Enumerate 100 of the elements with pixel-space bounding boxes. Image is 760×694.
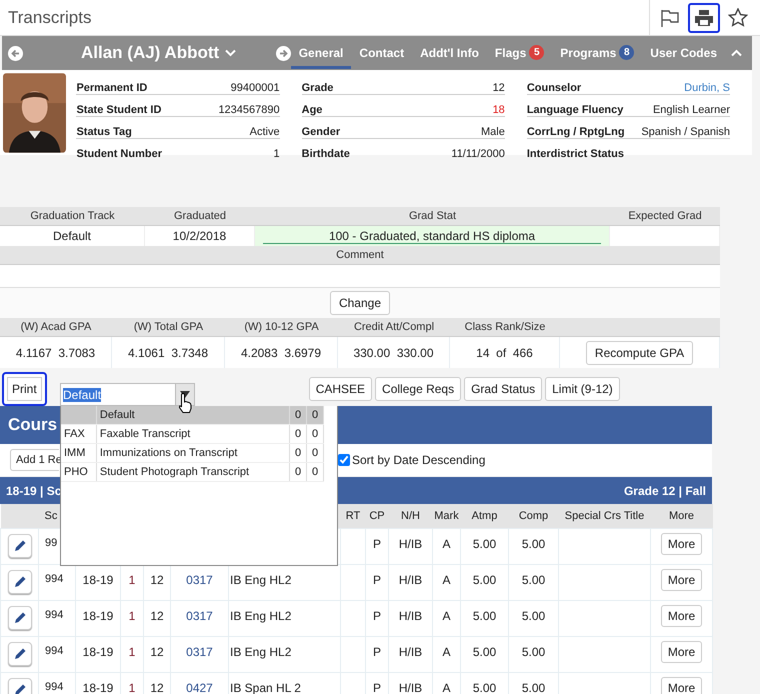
- column-header: (W) Total GPA: [112, 318, 225, 337]
- column-header: (W) 10-12 GPA: [225, 318, 338, 337]
- field-value: 18: [492, 104, 505, 116]
- table-cell: 5.00: [508, 600, 558, 636]
- more-button[interactable]: More: [660, 533, 702, 555]
- toolbar-button[interactable]: College Reqs: [375, 377, 462, 401]
- column-header: RT: [340, 504, 366, 528]
- field-value: English Learner: [652, 104, 730, 116]
- field-label: Gender: [302, 126, 340, 138]
- column-header: Grad Stat: [255, 207, 610, 226]
- table-cell: 5.00: [460, 528, 508, 564]
- dropdown-option[interactable]: PHO Student Photograph Transcript 0 0: [61, 463, 324, 482]
- table-cell: H/IB: [388, 636, 432, 672]
- toolbar-button[interactable]: CAHSEE: [308, 377, 372, 401]
- field-value: Male: [480, 126, 505, 138]
- chevron-up-icon[interactable]: [731, 49, 742, 57]
- more-button[interactable]: More: [660, 569, 702, 591]
- transcript-select[interactable]: Default: [60, 383, 195, 406]
- field-value: 1: [274, 148, 280, 160]
- print-icon[interactable]: [688, 2, 720, 32]
- table-cell: 18-19: [76, 600, 120, 636]
- pencil-icon: [12, 683, 26, 694]
- table-cell: 1: [120, 600, 144, 636]
- course-link[interactable]: 0317: [170, 636, 228, 672]
- field-label: Language Fluency: [526, 104, 624, 116]
- column-header: Atmp: [460, 504, 508, 528]
- field-value: Spanish / Spanish: [641, 126, 730, 138]
- sort-checkbox[interactable]: [338, 454, 350, 466]
- field-label: Student Number: [76, 148, 162, 160]
- section-title: Cours: [8, 415, 58, 435]
- column-header: Comp: [508, 504, 558, 528]
- field-value: 12: [492, 82, 505, 94]
- count-badge: 8: [619, 45, 634, 60]
- student-tab[interactable]: Flags 5: [486, 37, 552, 69]
- table-cell: H/IB: [388, 528, 432, 564]
- more-button[interactable]: More: [660, 677, 702, 694]
- column-header: Graduation Track: [0, 207, 145, 226]
- table-cell: 4.1061 3.7348: [112, 337, 225, 368]
- table-cell: 12: [144, 636, 170, 672]
- term-label: 18-19 | Sc: [6, 484, 62, 498]
- term-label: Grade 12 | Fall: [624, 484, 706, 498]
- edit-button[interactable]: [8, 606, 32, 630]
- more-button[interactable]: More: [660, 641, 702, 663]
- grad-status-field[interactable]: 100 - Graduated, standard HS diploma: [255, 226, 610, 246]
- field-label: Grade: [302, 82, 334, 94]
- field-link[interactable]: Durbin, S: [684, 82, 730, 94]
- toolbar-button[interactable]: Limit (9-12): [545, 377, 620, 401]
- table-cell: IB Eng HL2: [228, 600, 340, 636]
- column-header: Credit Att/Compl: [338, 318, 450, 337]
- student-tab[interactable]: Programs 8: [552, 37, 642, 69]
- page-title: Transcripts: [8, 8, 92, 28]
- toolbar-button[interactable]: Grad Status: [464, 377, 542, 401]
- table-cell: H/IB: [388, 600, 432, 636]
- chevron-down-icon[interactable]: [225, 49, 236, 57]
- column-header: N/H: [388, 504, 432, 528]
- field-label: Status Tag: [76, 126, 132, 138]
- table-cell: 1: [120, 636, 144, 672]
- table-cell: 4.1167 3.7083: [0, 337, 112, 368]
- checkbox-label: Sort by Date Descending: [352, 453, 486, 467]
- table-cell: 5.00: [460, 600, 508, 636]
- column-header: Mark: [432, 504, 460, 528]
- change-button[interactable]: Change: [330, 291, 390, 315]
- field-label: Counselor: [526, 82, 582, 94]
- pencil-icon: [12, 575, 26, 589]
- field-label: Interdistrict Status: [526, 148, 624, 160]
- column-header: More: [650, 504, 712, 528]
- more-button[interactable]: More: [660, 605, 702, 627]
- table-cell: H/IB: [388, 564, 432, 600]
- field-label: Birthdate: [302, 148, 350, 160]
- table-cell: A: [432, 564, 460, 600]
- field-value: Active: [250, 126, 280, 138]
- dropdown-option[interactable]: IMM Immunizations on Transcript 0 0: [61, 444, 324, 463]
- column-header: CP: [366, 504, 388, 528]
- table-cell: 5.00: [508, 564, 558, 600]
- field-value: 11/11/2000: [451, 148, 505, 160]
- column-header: Expected Grad: [610, 207, 720, 226]
- recompute-gpa-button[interactable]: Recompute GPA: [586, 340, 694, 364]
- column-header: Graduated: [145, 207, 255, 226]
- field-label: Age: [302, 104, 322, 116]
- course-link[interactable]: 0317: [170, 600, 228, 636]
- hand-cursor-icon: [178, 392, 194, 414]
- table-cell: 994: [38, 636, 76, 672]
- column-header: (W) Acad GPA: [0, 318, 112, 337]
- column-header: Class Rank/Size: [450, 318, 560, 337]
- dropdown-option[interactable]: FAX Faxable Transcript 0 0: [61, 425, 324, 444]
- table-cell: A: [432, 600, 460, 636]
- edit-button[interactable]: [8, 570, 32, 594]
- edit-button[interactable]: [8, 534, 32, 558]
- table-cell: A: [432, 528, 460, 564]
- field-label: Permanent ID: [76, 82, 148, 94]
- dropdown-option[interactable]: Default 0 0: [61, 406, 324, 425]
- table-cell: 5.00: [508, 636, 558, 672]
- table-cell: 4.2083 3.6979: [225, 337, 338, 368]
- print-button[interactable]: Print: [2, 372, 47, 406]
- table-cell: 330.00 330.00: [338, 337, 450, 368]
- column-header: Comment: [0, 246, 720, 265]
- table-cell: 5.00: [508, 528, 558, 564]
- pencil-icon: [12, 611, 26, 625]
- edit-button[interactable]: [8, 642, 32, 666]
- table-cell: 5.00: [460, 636, 508, 672]
